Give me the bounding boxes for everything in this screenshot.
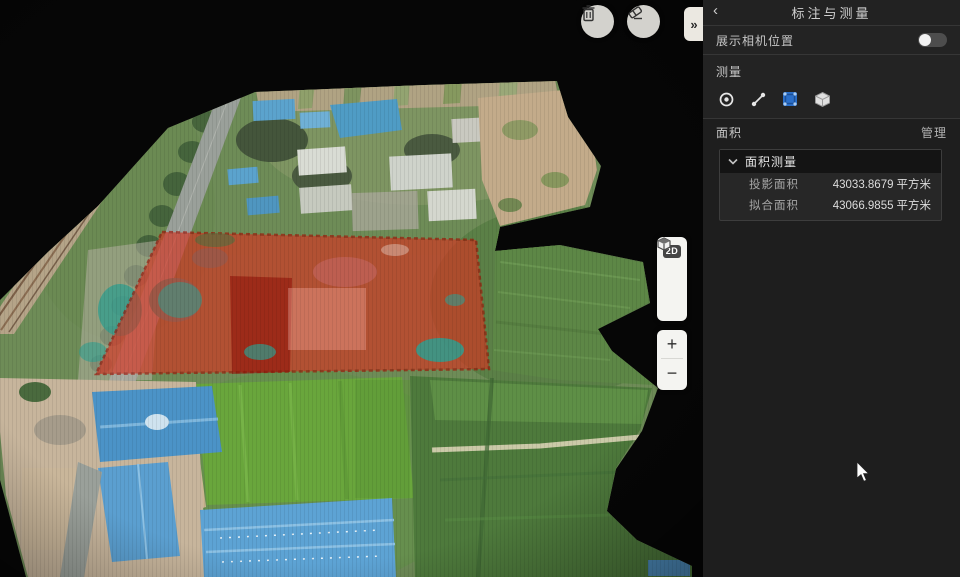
- measure-label: 测量: [716, 63, 947, 80]
- zoom-controls: + −: [657, 330, 687, 390]
- vignette: [0, 0, 703, 577]
- area-item-header[interactable]: 面积测量: [720, 150, 941, 173]
- cube-wire-icon: [657, 237, 671, 251]
- area-item-title: 面积测量: [745, 153, 797, 170]
- annotation-measure-panel: ‹ 标注与测量 展示相机位置 测量: [703, 0, 960, 577]
- delete-annotation-button[interactable]: [581, 5, 614, 38]
- fitted-area-value: 43066.9855平方米: [833, 197, 931, 213]
- view-mode-controls: 2D: [657, 237, 687, 321]
- projected-area-value: 43033.8679平方米: [833, 176, 931, 192]
- toggle-knob: [919, 34, 931, 46]
- map-viewport[interactable]: » 2D + −: [0, 0, 703, 577]
- fitted-area-row: 拟合面积 43066.9855平方米: [720, 194, 941, 215]
- area-measurement-card: 面积测量 投影面积 43033.8679平方米 拟合面积 43066.9855平…: [719, 149, 942, 221]
- fitted-area-label: 拟合面积: [749, 197, 799, 213]
- panel-collapse-tab[interactable]: »: [684, 7, 704, 41]
- view-model-button[interactable]: [657, 293, 687, 321]
- back-icon[interactable]: ‹: [713, 0, 718, 22]
- measure-tools: [716, 89, 947, 109]
- aerial-orthophoto: [0, 0, 703, 577]
- chevron-down-icon: [728, 158, 738, 165]
- area-measure-tool[interactable]: [780, 89, 800, 109]
- trash-icon: [581, 5, 596, 22]
- erase-annotation-button[interactable]: [627, 5, 660, 38]
- panel-header: ‹ 标注与测量: [703, 0, 960, 25]
- volume-measure-tool[interactable]: [812, 89, 832, 109]
- point-tool-icon: [718, 91, 735, 108]
- area-label: 面积: [716, 124, 742, 141]
- distance-tool-icon: [750, 91, 767, 108]
- camera-position-row: 展示相机位置: [703, 26, 960, 54]
- area-tool-icon: [781, 90, 799, 108]
- manage-button[interactable]: 管理: [921, 124, 947, 141]
- zoom-out-button[interactable]: −: [657, 359, 687, 387]
- eraser-icon: [627, 5, 644, 20]
- volume-tool-icon: [814, 91, 831, 108]
- projected-area-row: 投影面积 43033.8679平方米: [720, 173, 941, 194]
- projected-area-label: 投影面积: [749, 176, 799, 192]
- zoom-in-button[interactable]: +: [657, 330, 687, 358]
- measure-section: 测量: [703, 55, 960, 118]
- camera-position-label: 展示相机位置: [716, 32, 794, 49]
- distance-measure-tool[interactable]: [748, 89, 768, 109]
- panel-title: 标注与测量: [791, 3, 871, 22]
- app-window: » 2D + −: [0, 0, 960, 577]
- view-3d-button[interactable]: [657, 265, 687, 293]
- point-measure-tool[interactable]: [716, 89, 736, 109]
- area-section-header: 面积 管理: [703, 119, 960, 146]
- camera-position-toggle[interactable]: [918, 33, 947, 47]
